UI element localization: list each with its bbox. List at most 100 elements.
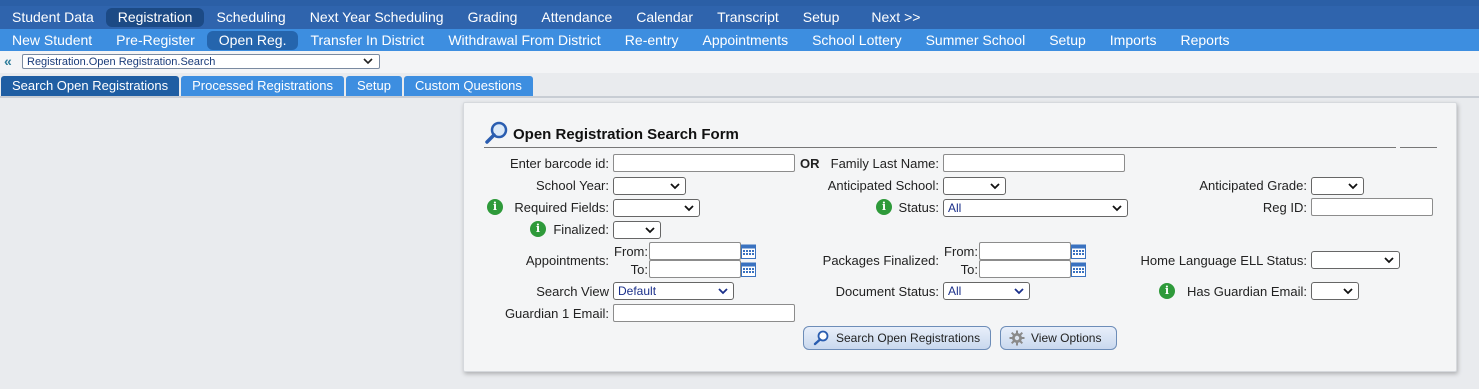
packages-finalized-label: Packages Finalized: — [822, 253, 939, 268]
subnav-open-reg[interactable]: Open Reg. — [206, 30, 299, 50]
info-icon[interactable]: i — [1159, 283, 1175, 299]
search-open-registrations-button[interactable]: Search Open Registrations — [803, 326, 991, 350]
subnav-transfer-in-district[interactable]: Transfer In District — [298, 31, 436, 50]
gear-icon — [1009, 330, 1025, 346]
school-year-select[interactable] — [613, 177, 686, 195]
magnifier-icon — [484, 121, 510, 148]
nav-registration[interactable]: Registration — [105, 8, 205, 27]
nav-grading[interactable]: Grading — [456, 8, 530, 27]
tab-bar: Search Open Registrations Processed Regi… — [0, 76, 533, 96]
tab-processed-registrations[interactable]: Processed Registrations — [181, 76, 344, 96]
nav-transcript[interactable]: Transcript — [705, 8, 791, 27]
nav-calendar[interactable]: Calendar — [624, 8, 705, 27]
subnav-withdrawal-from-district[interactable]: Withdrawal From District — [436, 31, 612, 50]
family-last-name-label: Family Last Name: — [830, 156, 939, 171]
magnifier-icon — [812, 330, 830, 346]
appointments-from-label: From: — [614, 244, 648, 259]
or-label: OR — [800, 156, 820, 171]
document-status-select[interactable]: All — [943, 282, 1030, 300]
appointments-from-input[interactable] — [649, 242, 741, 260]
main-nav: Student Data Registration Scheduling Nex… — [0, 6, 1479, 29]
chevron-down-icon — [1014, 283, 1024, 299]
info-icon[interactable]: i — [530, 221, 546, 237]
nav-setup[interactable]: Setup — [791, 8, 852, 27]
appointments-label: Appointments: — [525, 253, 609, 268]
chevron-down-icon — [1348, 178, 1358, 194]
family-last-name-input[interactable] — [943, 154, 1125, 172]
subnav-re-entry[interactable]: Re-entry — [613, 31, 691, 50]
finalized-label: Finalized: — [553, 222, 609, 237]
anticipated-school-select[interactable] — [943, 177, 1006, 195]
chevron-down-icon — [645, 222, 655, 238]
form-title-row: Open Registration Search Form — [484, 121, 739, 148]
finalized-select[interactable] — [613, 221, 661, 239]
subnav-appointments[interactable]: Appointments — [690, 31, 800, 50]
guardian1-email-input[interactable] — [613, 304, 795, 322]
tab-custom-questions[interactable]: Custom Questions — [403, 76, 533, 96]
calendar-icon[interactable] — [741, 243, 756, 259]
packages-from-input[interactable] — [979, 242, 1071, 260]
chevron-down-icon — [670, 178, 680, 194]
search-button-label: Search Open Registrations — [836, 331, 981, 345]
calendar-icon[interactable] — [1071, 261, 1086, 277]
barcode-input[interactable] — [613, 154, 795, 172]
chevron-down-icon — [363, 54, 373, 73]
nav-scheduling[interactable]: Scheduling — [204, 8, 297, 27]
home-language-ell-select[interactable] — [1311, 251, 1400, 269]
tab-search-open-registrations[interactable]: Search Open Registrations — [1, 76, 180, 96]
chevron-down-icon — [684, 200, 694, 216]
chevron-down-icon — [718, 283, 728, 299]
subnav-pre-register[interactable]: Pre-Register — [104, 31, 207, 50]
nav-attendance[interactable]: Attendance — [529, 8, 624, 27]
search-view-label: Search View — [536, 284, 609, 299]
chevron-down-icon — [1343, 283, 1353, 299]
guardian1-email-label: Guardian 1 Email: — [504, 306, 609, 321]
nav-student-data[interactable]: Student Data — [0, 8, 106, 27]
info-icon[interactable]: i — [876, 199, 892, 215]
school-year-label: School Year: — [535, 178, 609, 193]
packages-to-input[interactable] — [979, 260, 1071, 278]
required-fields-select[interactable] — [613, 199, 700, 217]
view-options-label: View Options — [1031, 331, 1102, 345]
status-label: Status: — [898, 200, 939, 215]
subnav-summer-school[interactable]: Summer School — [914, 31, 1038, 50]
reg-id-input[interactable] — [1311, 198, 1433, 216]
subnav-new-student[interactable]: New Student — [0, 31, 104, 50]
title-divider — [484, 147, 1396, 148]
barcode-label: Enter barcode id: — [509, 156, 609, 171]
view-options-button[interactable]: View Options — [1000, 326, 1117, 350]
packages-from-label: From: — [944, 244, 978, 259]
search-view-value: Default — [618, 284, 657, 298]
tab-underline — [0, 96, 1479, 98]
title-divider-right — [1400, 147, 1437, 148]
subnav-reports[interactable]: Reports — [1168, 31, 1241, 50]
document-status-value: All — [948, 284, 962, 298]
has-guardian-email-label: Has Guardian Email: — [1187, 284, 1307, 299]
home-language-ell-label: Home Language ELL Status: — [1140, 253, 1307, 268]
nav-next-year-scheduling[interactable]: Next Year Scheduling — [298, 8, 456, 27]
tab-setup[interactable]: Setup — [346, 76, 402, 96]
status-value: All — [948, 201, 962, 215]
appointments-to-label: To: — [630, 262, 648, 277]
info-icon[interactable]: i — [487, 199, 503, 215]
search-view-select[interactable]: Default — [613, 282, 734, 300]
anticipated-school-label: Anticipated School: — [827, 178, 939, 193]
packages-to-label: To: — [960, 262, 978, 277]
has-guardian-email-select[interactable] — [1311, 282, 1359, 300]
subnav-setup[interactable]: Setup — [1037, 31, 1098, 50]
subnav-imports[interactable]: Imports — [1098, 31, 1169, 50]
anticipated-grade-select[interactable] — [1311, 177, 1364, 195]
collapse-back-icon[interactable]: « — [4, 54, 12, 68]
appointments-to-input[interactable] — [649, 260, 741, 278]
subnav-school-lottery[interactable]: School Lottery — [800, 31, 914, 50]
calendar-icon[interactable] — [1071, 243, 1086, 259]
status-select[interactable]: All — [943, 199, 1128, 217]
nav-next[interactable]: Next >> — [859, 8, 932, 27]
calendar-icon[interactable] — [741, 261, 756, 277]
chevron-down-icon — [990, 178, 1000, 194]
document-status-label: Document Status: — [835, 284, 939, 299]
sub-nav: New Student Pre-Register Open Reg. Trans… — [0, 29, 1479, 51]
chevron-down-icon — [1112, 200, 1122, 216]
reg-id-label: Reg ID: — [1262, 200, 1307, 215]
breadcrumb-select[interactable]: Registration.Open Registration.Search — [22, 54, 380, 69]
